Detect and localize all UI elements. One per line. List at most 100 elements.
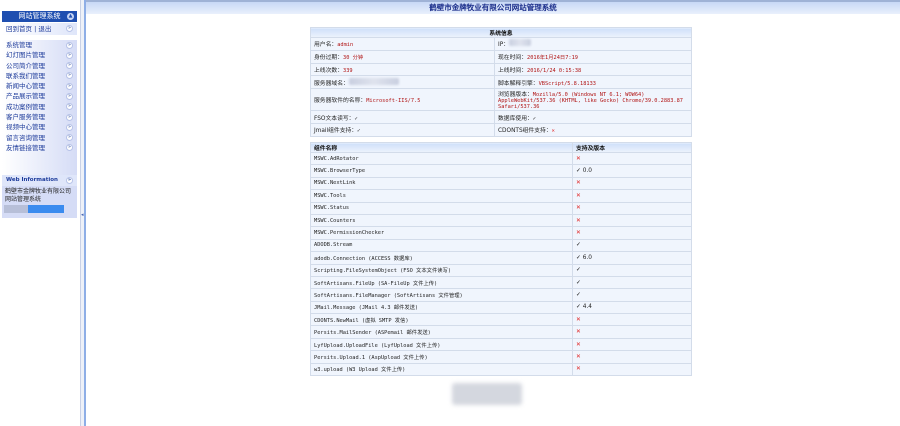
- sidebar-item-label: 系统管理: [6, 41, 32, 49]
- info-label: 现在时间：: [498, 55, 527, 62]
- info-value: 30 分钟: [343, 55, 364, 62]
- component-support: ✕: [572, 313, 692, 327]
- info-cell: 现在时间：2016年1月24日7:19: [494, 49, 692, 64]
- sidebar-item[interactable]: 产品展示管理 »: [2, 91, 77, 101]
- component-row: Persits.MailSender (ASPemail 邮件发送) ✕: [310, 325, 692, 339]
- sidebar: 网站管理系统 ▲ 回到首页 | 退出 » 系统管理» 幻灯图片管理» 公司简介管理» 联…: [0, 0, 80, 426]
- info-cell: Jmail组件支持：✓: [310, 122, 495, 137]
- info-cell: FSO文本读写：✓: [310, 110, 495, 124]
- sidebar-item[interactable]: 视频中心管理 »: [2, 122, 77, 132]
- web-information-header[interactable]: Web Information »: [2, 175, 77, 186]
- sidebar-splitter[interactable]: ◂: [80, 0, 86, 426]
- sidebar-item-label: 成功案例管理: [6, 102, 45, 111]
- info-value: admin: [337, 42, 354, 49]
- component-support: ✕: [572, 325, 692, 339]
- expand-icon[interactable]: »: [66, 72, 73, 80]
- sidebar-item-label: 友情链接管理: [6, 143, 45, 152]
- system-info-title: 系统信息: [310, 27, 692, 38]
- component-row: JMail.Message (JMail 4.3 邮件发送) ✓ 4.4: [310, 300, 692, 315]
- footer-blurred: [452, 383, 522, 405]
- component-support: ✕: [572, 189, 692, 203]
- info-label: 上线次数：: [314, 67, 343, 74]
- component-row: MSWC.PermissionChecker ✕: [310, 226, 692, 240]
- info-label: 数据库使用：: [498, 115, 533, 122]
- component-row: MSWC.Counters ✕: [310, 213, 692, 228]
- info-label: 上线时间：: [498, 67, 527, 74]
- sidebar-links: 回到首页 | 退出 »: [2, 23, 77, 35]
- sidebar-title: 网站管理系统: [18, 12, 61, 20]
- component-name: JMail.Message (JMail 4.3 邮件发送): [310, 300, 573, 315]
- expand-icon[interactable]: »: [66, 82, 73, 90]
- info-value: 339: [343, 67, 353, 74]
- sidebar-item-label: 新闻中心管理: [6, 82, 45, 91]
- expand-icon[interactable]: »: [66, 103, 73, 111]
- system-info-table: 系统信息 用户名：admin IP： 身份过期：30 分钟 现在时间：2016年1月2…: [310, 27, 692, 137]
- component-support: ✕: [572, 337, 692, 352]
- expand-icon[interactable]: »: [66, 51, 73, 59]
- info-value: 2016年1月24日7:19: [527, 55, 578, 62]
- component-name: Persits.Upload.1 (AspUpload 文件上传): [310, 350, 573, 364]
- collapse-icon[interactable]: ▲: [67, 13, 74, 20]
- sidebar-item[interactable]: 幻灯图片管理 »: [2, 50, 77, 60]
- page-title: 鹤壁市金牌牧业有限公司网站管理系统: [429, 3, 557, 12]
- info-value: VBScript/5.8.18133: [538, 80, 596, 87]
- component-row: Scripting.FileSystemObject (FSO 文本文件读写) ✓: [310, 263, 692, 277]
- expand-icon[interactable]: »: [66, 62, 73, 70]
- info-cell: 身份过期：30 分钟: [310, 49, 495, 64]
- component-name: MSWC.Status: [310, 201, 573, 215]
- sidebar-item[interactable]: 新闻中心管理 »: [2, 81, 77, 91]
- info-label: 用户名：: [314, 42, 338, 49]
- expand-icon[interactable]: »: [66, 25, 73, 32]
- component-name: MSWC.AdRotator: [310, 151, 573, 166]
- info-value: Microsoft-IIS/7.5: [366, 98, 421, 105]
- sidebar-item-label: 视频中心管理: [6, 123, 45, 132]
- sidebar-item[interactable]: 系统管理 »: [2, 40, 77, 50]
- component-name: Scripting.FileSystemObject (FSO 文本文件读写): [310, 263, 573, 277]
- sidebar-item[interactable]: 公司简介管理 »: [2, 61, 77, 71]
- component-support: ✕: [572, 350, 692, 364]
- expand-icon[interactable]: »: [66, 123, 73, 131]
- component-name: CDONTS.NewMail (虚拟 SMTP 发信): [310, 313, 573, 327]
- sidebar-item[interactable]: 留言咨询管理 »: [2, 133, 77, 143]
- info-label: 身份过期：: [314, 55, 343, 62]
- component-name: MSWC.BrowserType: [310, 164, 573, 178]
- info-label: 脚本解释引擎：: [498, 80, 539, 87]
- sidebar-item[interactable]: 联系我们管理 »: [2, 71, 77, 81]
- component-row: MSWC.Tools ✕: [310, 189, 692, 203]
- info-label: Jmail组件支持：: [314, 128, 358, 135]
- sidebar-item[interactable]: 客户服务管理 »: [2, 112, 77, 122]
- expand-icon[interactable]: »: [66, 92, 73, 100]
- expand-icon[interactable]: »: [66, 177, 73, 184]
- component-name: LyfUpload.UploadFile (LyfUpload 文件上传): [310, 337, 573, 352]
- info-cell: 用户名：admin: [310, 37, 495, 51]
- sidebar-item-label: 客户服务管理: [6, 113, 45, 122]
- arrow-left-icon[interactable]: ◂: [81, 212, 84, 218]
- component-support: ✓: [572, 263, 692, 277]
- expand-icon[interactable]: »: [66, 41, 73, 49]
- col-header-support: 支持及版本: [572, 142, 692, 153]
- sidebar-item[interactable]: 友情链接管理 »: [2, 143, 77, 153]
- component-row: MSWC.BrowserType ✓ 0.0: [310, 164, 692, 178]
- sidebar-item-label: 留言咨询管理: [6, 133, 45, 142]
- info-cell: CDONTS组件支持：✕: [494, 122, 692, 137]
- logout-link[interactable]: 退出: [38, 25, 51, 33]
- component-row: w3.upload (W3 Upload 文件上传) ✕: [310, 362, 692, 377]
- info-value: ✕: [551, 128, 555, 135]
- sidebar-item[interactable]: 成功案例管理 »: [2, 102, 77, 112]
- home-link[interactable]: 回到首页: [6, 25, 32, 33]
- sidebar-item-label: 产品展示管理: [6, 92, 45, 101]
- expand-icon[interactable]: »: [66, 144, 73, 152]
- component-support: ✕: [572, 201, 692, 215]
- info-cell: 上线时间：2016/1/24 0:15:38: [494, 62, 692, 77]
- component-support: ✕: [572, 151, 692, 166]
- component-row: Persits.Upload.1 (AspUpload 文件上传) ✕: [310, 350, 692, 364]
- component-support: ✕: [572, 362, 692, 377]
- expand-icon[interactable]: »: [66, 134, 73, 142]
- component-row: SoftArtisans.FileManager (SoftArtisans 文…: [310, 288, 692, 302]
- component-support: ✕: [572, 176, 692, 191]
- component-name: MSWC.NextLink: [310, 176, 573, 191]
- component-support: ✓ 0.0: [572, 164, 692, 178]
- expand-icon[interactable]: »: [66, 113, 73, 121]
- component-row: adodb.Connection (ACCESS 数据库) ✓ 6.0: [310, 251, 692, 265]
- top-bar: 鹤壁市金牌牧业有限公司网站管理系统: [86, 0, 900, 14]
